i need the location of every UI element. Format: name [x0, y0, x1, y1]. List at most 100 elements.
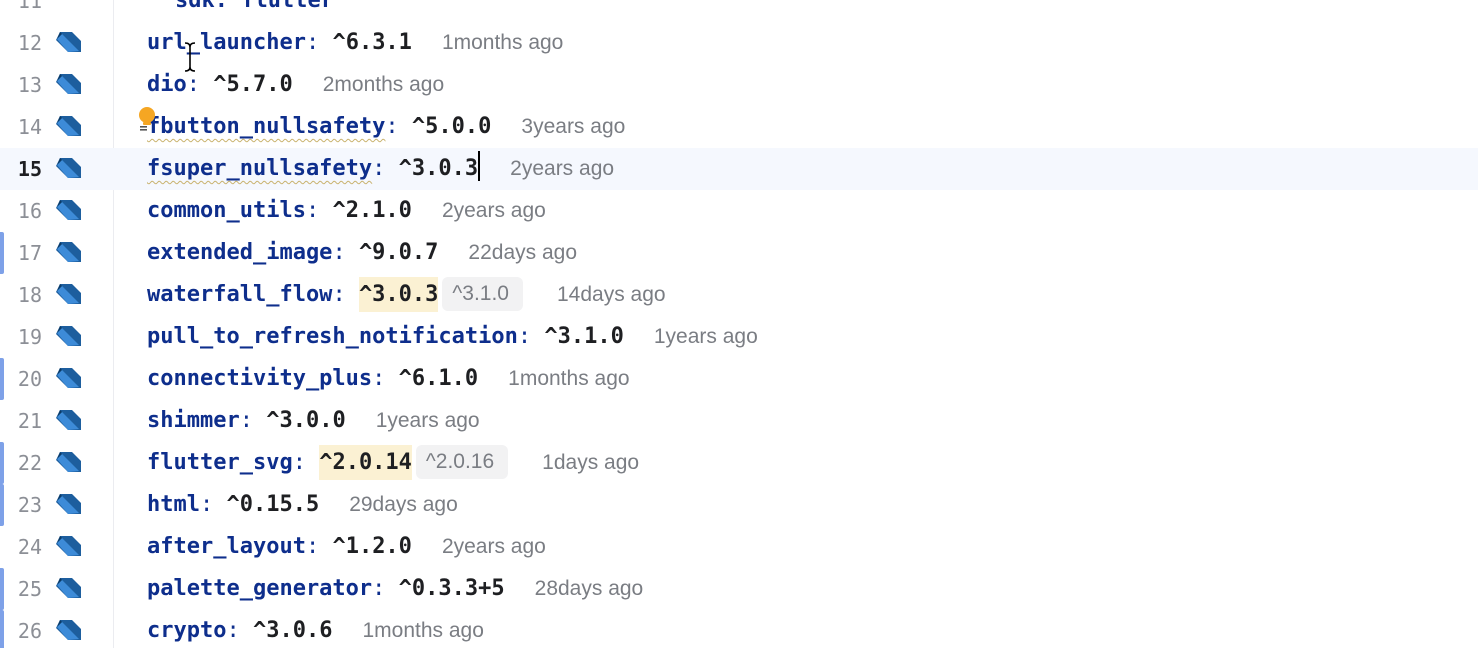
dependency-entry[interactable]: connectivity_plus: ^6.1.0 1months ago: [147, 358, 630, 400]
dependency-entry[interactable]: shimmer: ^3.0.0 1years ago: [147, 400, 480, 442]
dependency-name[interactable]: url_launcher: [147, 30, 306, 55]
dart-icon[interactable]: [54, 450, 82, 476]
dart-icon[interactable]: [54, 324, 82, 350]
dependency-version[interactable]: ^2.0.14: [319, 445, 412, 480]
dart-icon[interactable]: [54, 240, 82, 266]
dependency-name[interactable]: crypto: [147, 618, 226, 643]
dependency-version[interactable]: ^6.1.0: [399, 366, 478, 391]
colon-separator: :: [332, 240, 359, 265]
dependency-entry[interactable]: crypto: ^3.0.6 1months ago: [147, 610, 484, 648]
dart-icon[interactable]: [54, 618, 82, 644]
colon-separator: :: [517, 324, 545, 349]
line-number: 11: [17, 0, 42, 13]
dependency-name[interactable]: html: [147, 492, 200, 517]
code-line[interactable]: 17 extended_image: ^9.0.7 22days ago: [0, 232, 1478, 274]
dart-icon[interactable]: [54, 198, 82, 224]
version-age: 22days ago: [468, 241, 578, 264]
code-line[interactable]: 22 flutter_svg: ^2.0.14 ^2.0.16 1days ago: [0, 442, 1478, 484]
dependency-name[interactable]: palette_generator: [147, 576, 372, 601]
dependency-version[interactable]: ^5.0.0: [412, 114, 491, 139]
dependency-version[interactable]: ^0.15.5: [226, 492, 319, 517]
dependency-entry[interactable]: after_layout: ^1.2.0 2years ago: [147, 526, 546, 568]
dependency-name[interactable]: flutter_svg: [147, 450, 293, 475]
dependency-version[interactable]: ^1.2.0: [332, 534, 411, 559]
dependency-entry[interactable]: extended_image: ^9.0.7 22days ago: [147, 232, 577, 274]
line-number: 15: [17, 157, 42, 181]
dependency-entry[interactable]: url_launcher: ^6.3.1 1months ago: [147, 22, 563, 64]
code-line[interactable]: 19 pull_to_refresh_notification: ^3.1.0 1y…: [0, 316, 1478, 358]
code-line[interactable]: 26 crypto: ^3.0.6 1months ago: [0, 610, 1478, 648]
dependency-entry[interactable]: palette_generator: ^0.3.3+5 28days ago: [147, 568, 643, 610]
code-line[interactable]: 23 html: ^0.15.5 29days ago: [0, 484, 1478, 526]
dart-icon[interactable]: [54, 408, 82, 434]
dependency-version[interactable]: ^2.1.0: [332, 198, 411, 223]
version-age: 1years ago: [375, 409, 480, 432]
dart-icon[interactable]: [54, 492, 82, 518]
code-line[interactable]: 13 dio: ^5.7.0 2months ago: [0, 64, 1478, 106]
colon-separator: :: [226, 618, 253, 643]
code-line[interactable]: 14 fbutton_nullsafety: ^5.0.0 3years ago: [0, 106, 1478, 148]
dependency-entry[interactable]: pull_to_refresh_notification: ^3.1.0 1yea…: [147, 316, 758, 358]
dependency-entry[interactable]: html: ^0.15.5 29days ago: [147, 484, 458, 526]
dart-icon[interactable]: [54, 576, 82, 602]
dependency-version[interactable]: ^3.0.3: [358, 277, 439, 312]
dependency-version[interactable]: ^0.3.3+5: [399, 576, 505, 601]
dependency-entry[interactable]: fbutton_nullsafety: ^5.0.0 3years ago: [147, 106, 625, 148]
dependency-name[interactable]: after_layout: [147, 534, 306, 559]
latest-version-hint[interactable]: ^2.0.16: [415, 445, 509, 479]
dart-icon[interactable]: [54, 72, 82, 98]
code-line[interactable]: 15 fsuper_nullsafety: ^3.0.3 2years ago: [0, 148, 1478, 190]
code-line[interactable]: 20 connectivity_plus: ^6.1.0 1months ago: [0, 358, 1478, 400]
dependency-entry[interactable]: common_utils: ^2.1.0 2years ago: [147, 190, 546, 232]
dart-icon[interactable]: [54, 114, 82, 140]
code-text[interactable]: sdk: flutter: [175, 0, 334, 22]
dart-icon[interactable]: [54, 366, 82, 392]
code-line[interactable]: 18 waterfall_flow: ^3.0.3 ^3.1.0 14days ago: [0, 274, 1478, 316]
dependency-version[interactable]: ^3.0.0: [266, 408, 345, 433]
line-number: 26: [17, 619, 42, 643]
dart-icon[interactable]: [54, 282, 82, 308]
dart-icon[interactable]: [54, 156, 82, 182]
colon-separator: :: [385, 114, 412, 139]
line-number: 21: [17, 409, 42, 433]
dependency-entry[interactable]: fsuper_nullsafety: ^3.0.3 2years ago: [147, 148, 614, 190]
text-caret: [478, 151, 481, 181]
version-age: 28days ago: [534, 577, 644, 600]
version-age: 2years ago: [510, 157, 615, 180]
code-line[interactable]: 24 after_layout: ^1.2.0 2years ago: [0, 526, 1478, 568]
code-line[interactable]: 25 palette_generator: ^0.3.3+5 28days ago: [0, 568, 1478, 610]
dart-icon[interactable]: [54, 30, 82, 56]
dependency-entry[interactable]: flutter_svg: ^2.0.14 ^2.0.16 1days ago: [147, 442, 639, 484]
version-age: 2years ago: [441, 199, 546, 222]
dependency-version[interactable]: ^3.1.0: [544, 324, 623, 349]
colon-separator: :: [372, 576, 399, 601]
dependency-name[interactable]: shimmer: [147, 408, 240, 433]
dependency-name[interactable]: fbutton_nullsafety: [147, 114, 385, 139]
lightbulb-icon[interactable]: [137, 106, 157, 132]
line-number: 24: [17, 535, 42, 559]
version-age: 3years ago: [521, 115, 626, 138]
dependency-version[interactable]: ^3.0.6: [253, 618, 332, 643]
dart-icon[interactable]: [54, 534, 82, 560]
code-editor[interactable]: 11 sdk: flutter 12 url_launcher: ^6.3.1 1mon…: [0, 0, 1478, 648]
dependency-name[interactable]: dio: [147, 72, 187, 97]
dependency-name[interactable]: connectivity_plus: [147, 366, 372, 391]
latest-version-hint[interactable]: ^3.1.0: [442, 277, 523, 311]
code-line[interactable]: 21 shimmer: ^3.0.0 1years ago: [0, 400, 1478, 442]
dependency-entry[interactable]: waterfall_flow: ^3.0.3 ^3.1.0 14days ago: [147, 274, 666, 316]
code-line[interactable]: 11 sdk: flutter: [0, 0, 1478, 22]
dependency-name[interactable]: fsuper_nullsafety: [147, 156, 372, 181]
code-line[interactable]: 16 common_utils: ^2.1.0 2years ago: [0, 190, 1478, 232]
dependency-version[interactable]: ^3.0.3: [399, 156, 478, 181]
dependency-name[interactable]: waterfall_flow: [147, 282, 332, 307]
dependency-version[interactable]: ^5.7.0: [213, 72, 292, 97]
version-age: 1months ago: [508, 367, 630, 390]
line-number: 14: [17, 115, 42, 139]
code-line[interactable]: 12 url_launcher: ^6.3.1 1months ago: [0, 22, 1478, 64]
dependency-version[interactable]: ^9.0.7: [359, 240, 438, 265]
colon-separator: :: [305, 198, 333, 223]
dependency-name[interactable]: extended_image: [147, 240, 332, 265]
dependency-name[interactable]: pull_to_refresh_notification: [147, 324, 518, 349]
dependency-name[interactable]: common_utils: [147, 198, 306, 223]
dependency-version[interactable]: ^6.3.1: [332, 30, 411, 55]
